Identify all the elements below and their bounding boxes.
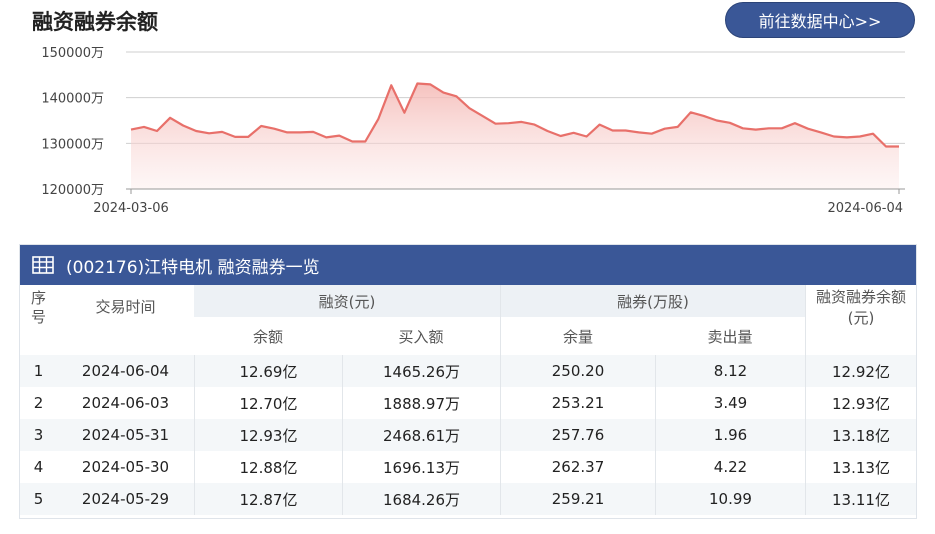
table-row: 5 2024-05-29 12.87亿 1684.26万 259.21 10.9…	[20, 483, 916, 515]
cell-securities-sell: 3.49	[655, 387, 805, 419]
cell-financing-buy: 1684.26万	[342, 483, 500, 515]
cell-total: 12.92亿	[805, 355, 916, 387]
table-row: 1 2024-06-04 12.69亿 1465.26万 250.20 8.12…	[20, 355, 916, 387]
cell-index: 5	[20, 483, 57, 515]
col-index: 序号	[20, 285, 57, 355]
cell-securities-sell: 1.96	[655, 419, 805, 451]
x-tick-label: 2024-03-06	[93, 201, 169, 216]
col-securities-balance: 余量	[500, 317, 655, 355]
margin-table-panel: (002176)江特电机 融资融券一览 序号 交易时间 融资(元) 融券(万股)…	[19, 244, 917, 519]
x-tick-label: 2024-06-04	[827, 201, 903, 216]
x-axis: 2024-03-06 2024-06-04	[93, 188, 905, 216]
table-grid-icon	[32, 256, 54, 274]
cell-financing-buy: 1696.13万	[342, 451, 500, 483]
cell-securities-sell: 4.22	[655, 451, 805, 483]
cell-financing-balance: 12.88亿	[194, 451, 342, 483]
cell-securities-balance: 259.21	[500, 483, 655, 515]
cell-financing-buy: 1888.97万	[342, 387, 500, 419]
y-tick-label: 140000万	[41, 92, 104, 107]
col-financing-balance: 余额	[194, 317, 342, 355]
col-group-securities: 融券(万股)	[500, 285, 805, 317]
col-date: 交易时间	[57, 285, 194, 355]
y-axis-labels: 120000万 130000万 140000万 150000万	[41, 46, 104, 198]
cell-index: 2	[20, 387, 57, 419]
cell-date: 2024-05-31	[57, 419, 194, 451]
col-group-financing: 融资(元)	[194, 285, 500, 317]
table-title: (002176)江特电机 融资融券一览	[66, 257, 320, 278]
table-row: 4 2024-05-30 12.88亿 1696.13万 262.37 4.22…	[20, 451, 916, 483]
cell-total: 13.18亿	[805, 419, 916, 451]
data-center-button[interactable]: 前往数据中心>>	[725, 2, 915, 38]
col-total: 融资融券余额(元)	[805, 285, 916, 355]
y-tick-label: 150000万	[41, 46, 104, 61]
cell-financing-buy: 2468.61万	[342, 419, 500, 451]
cell-total: 12.93亿	[805, 387, 916, 419]
margin-table: 序号 交易时间 融资(元) 融券(万股) 融资融券余额(元) 余额 买入额 余量…	[20, 285, 916, 515]
cell-index: 4	[20, 451, 57, 483]
cell-securities-balance: 257.76	[500, 419, 655, 451]
page-title: 融资融券余额	[32, 10, 158, 34]
table-row: 3 2024-05-31 12.93亿 2468.61万 257.76 1.96…	[20, 419, 916, 451]
y-tick-label: 120000万	[41, 183, 104, 198]
cell-index: 1	[20, 355, 57, 387]
margin-balance-chart: 120000万130000万140000万150000万 2024-03-06 2…	[41, 46, 905, 216]
y-tick-label: 130000万	[41, 137, 104, 152]
cell-date: 2024-06-04	[57, 355, 194, 387]
cell-securities-sell: 10.99	[655, 483, 805, 515]
cell-date: 2024-05-30	[57, 451, 194, 483]
cell-financing-balance: 12.70亿	[194, 387, 342, 419]
cell-date: 2024-06-03	[57, 387, 194, 419]
col-securities-sell: 卖出量	[655, 317, 805, 355]
cell-financing-balance: 12.69亿	[194, 355, 342, 387]
cell-financing-balance: 12.93亿	[194, 419, 342, 451]
col-financing-buy: 买入额	[342, 317, 500, 355]
cell-financing-balance: 12.87亿	[194, 483, 342, 515]
cell-securities-balance: 262.37	[500, 451, 655, 483]
cell-total: 13.11亿	[805, 483, 916, 515]
cell-date: 2024-05-29	[57, 483, 194, 515]
cell-securities-balance: 250.20	[500, 355, 655, 387]
table-header-bar: (002176)江特电机 融资融券一览	[20, 245, 916, 285]
cell-total: 13.13亿	[805, 451, 916, 483]
cell-securities-balance: 253.21	[500, 387, 655, 419]
table-row: 2 2024-06-03 12.70亿 1888.97万 253.21 3.49…	[20, 387, 916, 419]
cell-financing-buy: 1465.26万	[342, 355, 500, 387]
cell-securities-sell: 8.12	[655, 355, 805, 387]
cell-index: 3	[20, 419, 57, 451]
